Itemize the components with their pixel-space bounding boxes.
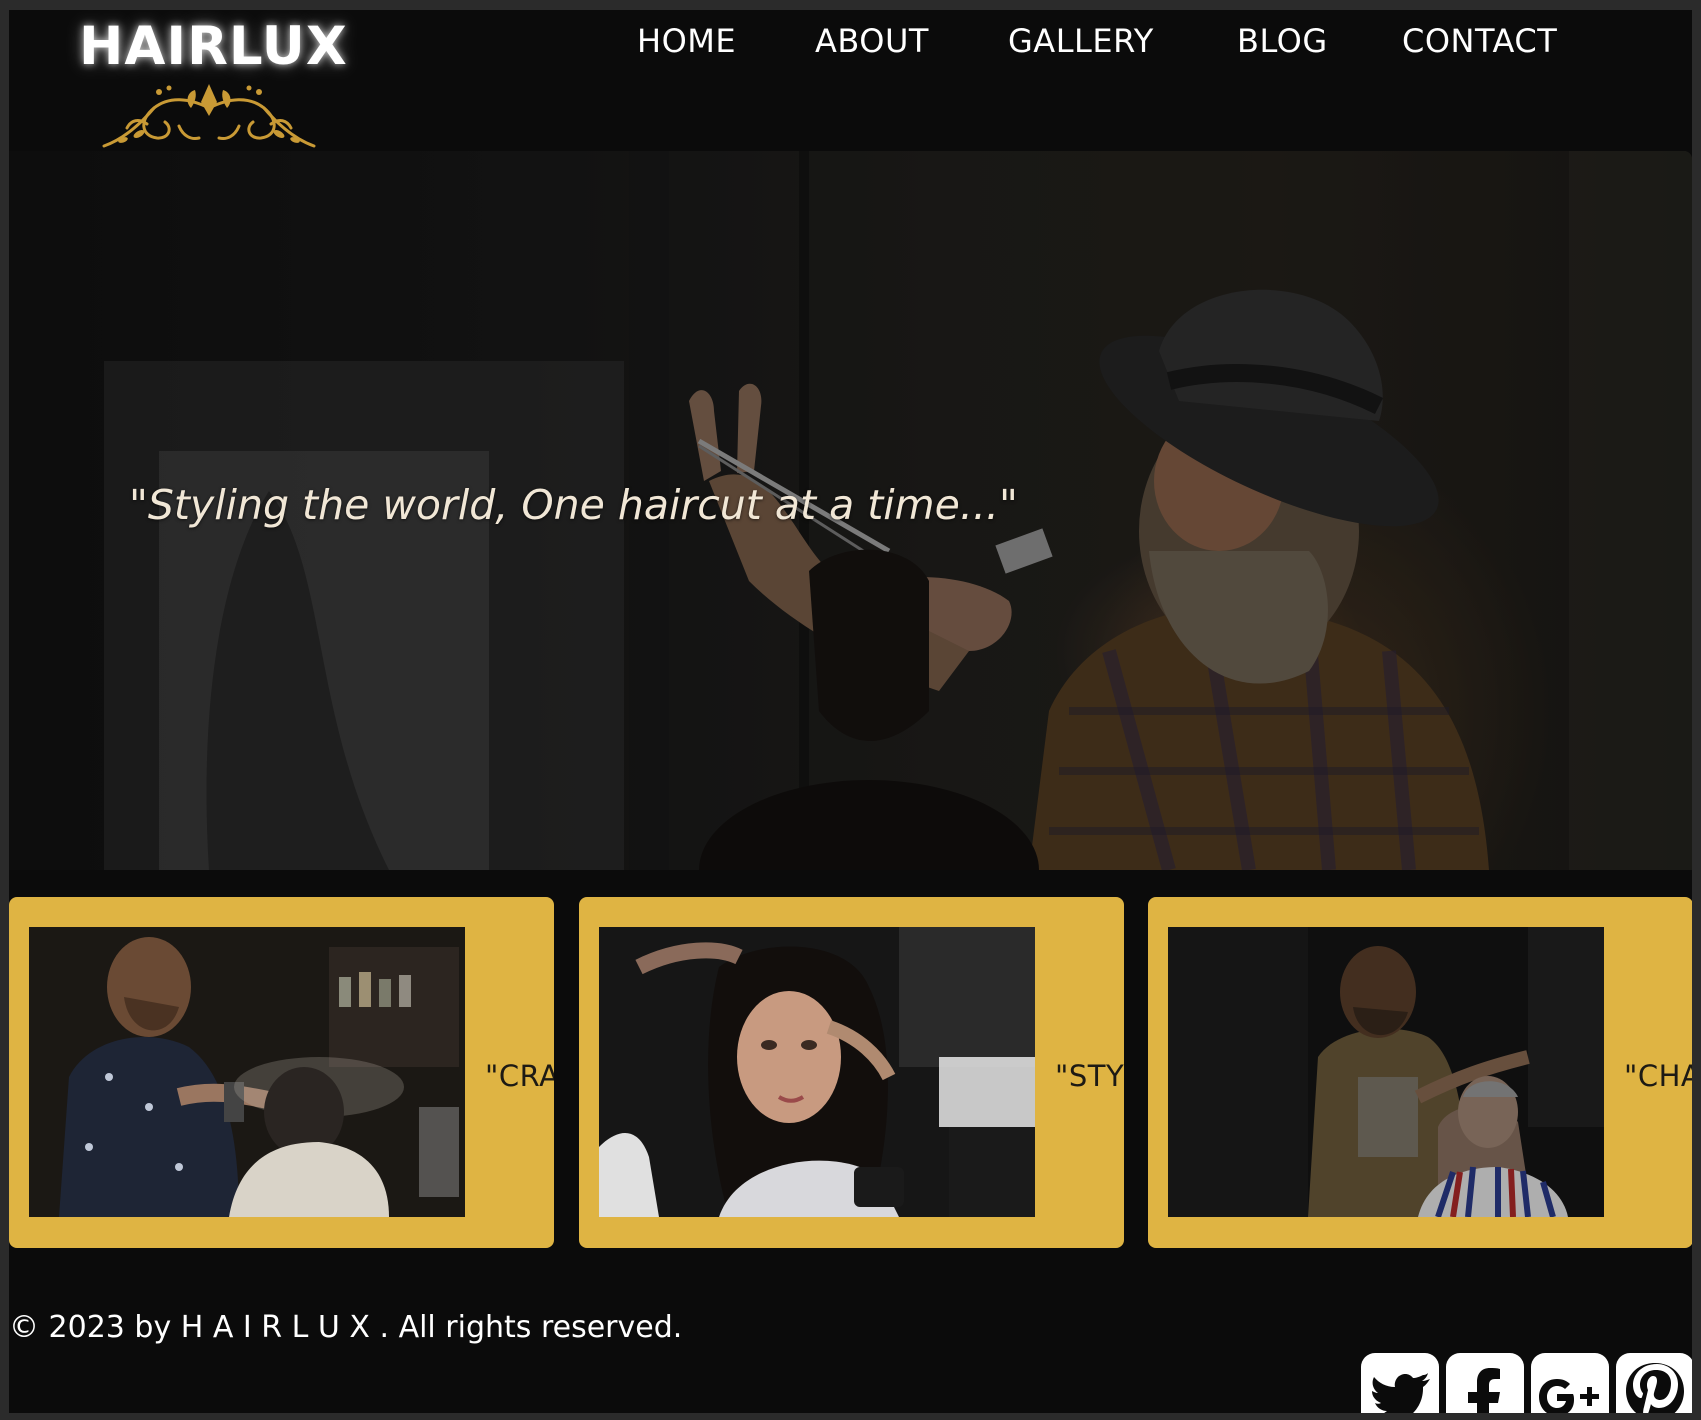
card-caption-3: "CHA [1624, 1059, 1692, 1093]
stylist-styling-woman-image [599, 927, 1035, 1217]
card-photo-1 [29, 927, 465, 1217]
hero-banner: "Styling the world, One haircut at a tim… [9, 151, 1692, 870]
facebook-icon[interactable] [1446, 1353, 1524, 1413]
twitter-icon[interactable] [1361, 1353, 1439, 1413]
nav-contact[interactable]: CONTACT [1402, 22, 1557, 60]
feature-card-1[interactable]: "CRAF [9, 897, 554, 1248]
main-nav: HOME ABOUT GALLERY BLOG CONTACT [9, 10, 1692, 80]
nav-home[interactable]: HOME [637, 22, 736, 60]
feature-cards: "CRAF "S [9, 897, 1692, 1249]
card-photo-2 [599, 927, 1035, 1217]
logo-ornament-icon [102, 84, 316, 148]
nav-blog[interactable]: BLOG [1237, 22, 1328, 60]
page-frame: HAIRLUX HOME ABOUT GALLERY BLOG CONTACT … [9, 10, 1692, 1413]
feature-card-2[interactable]: "STYL [579, 897, 1124, 1248]
feature-card-3[interactable]: "CHA [1148, 897, 1692, 1248]
nav-gallery[interactable]: GALLERY [1008, 22, 1154, 60]
barber-spraying-client-image [29, 927, 465, 1217]
hero-quote: "Styling the world, One haircut at a tim… [129, 481, 1018, 529]
card-caption-1: "CRAF [485, 1059, 554, 1093]
card-photo-3 [1168, 927, 1604, 1217]
barber-cutting-older-man-image [1168, 927, 1604, 1217]
card-caption-2: "STYL [1055, 1059, 1124, 1093]
site-header: HAIRLUX HOME ABOUT GALLERY BLOG CONTACT [9, 10, 1692, 150]
copyright-text: © 2023 by H A I R L U X . All rights res… [9, 1310, 683, 1345]
pinterest-icon[interactable] [1616, 1353, 1692, 1413]
google-plus-icon[interactable] [1531, 1353, 1609, 1413]
nav-about[interactable]: ABOUT [815, 22, 929, 60]
